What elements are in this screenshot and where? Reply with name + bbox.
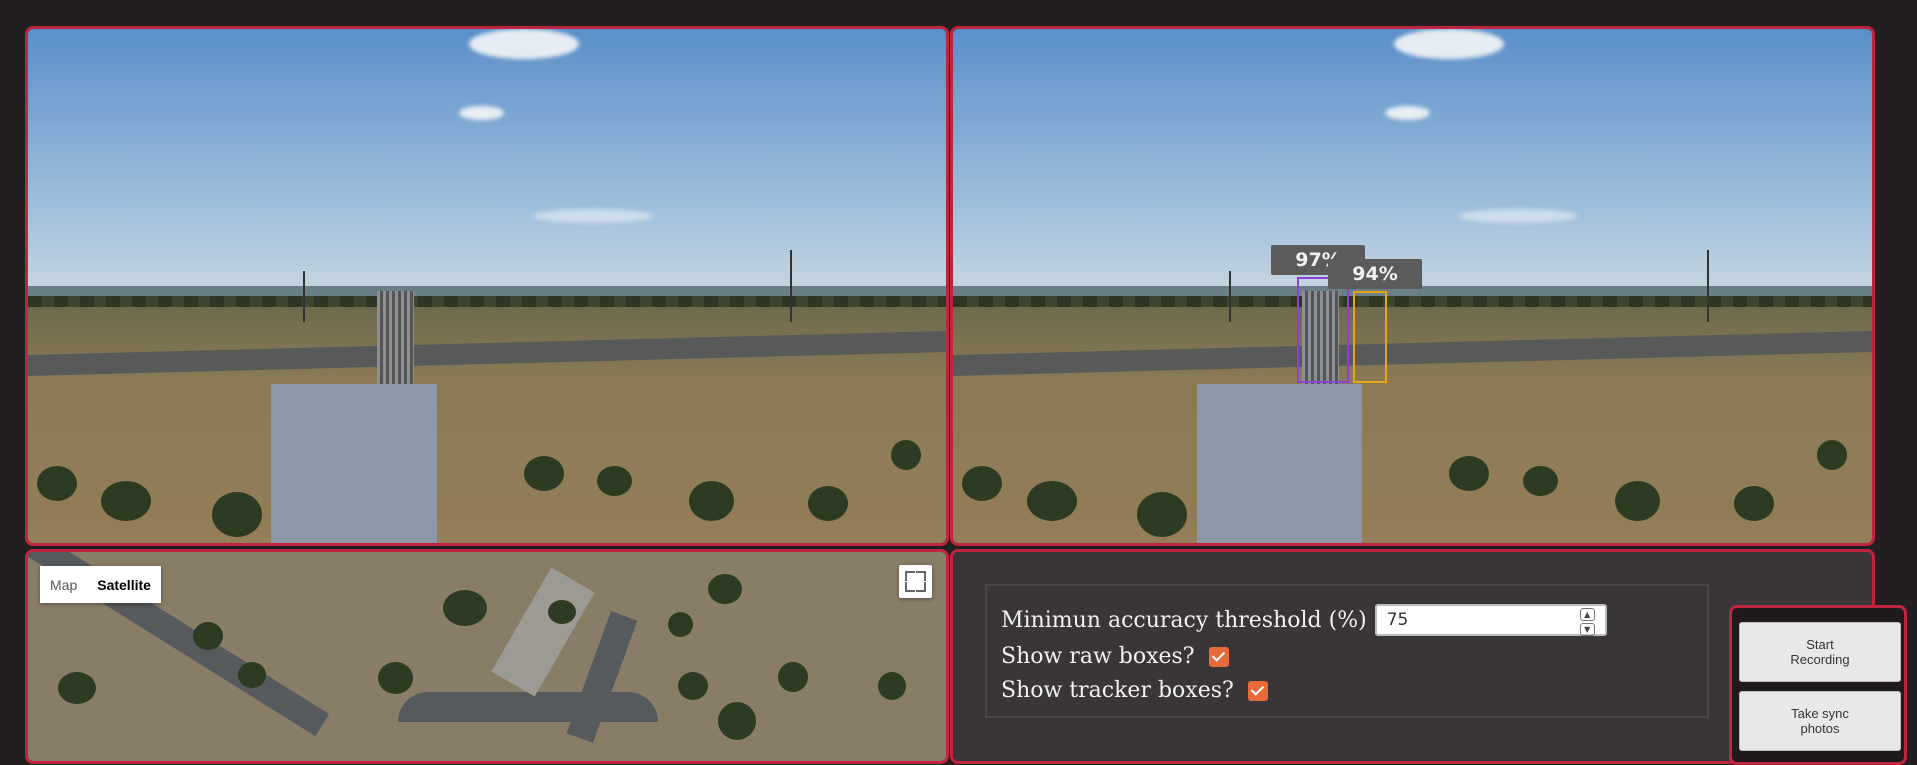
fullscreen-icon[interactable] xyxy=(899,565,932,598)
raw-boxes-label: Show raw boxes? xyxy=(1001,644,1195,669)
threshold-input[interactable]: 75 ▲ ▼ xyxy=(1374,604,1607,636)
tracker-boxes-label: Show tracker boxes? xyxy=(1001,678,1234,703)
start-recording-button[interactable]: Start Recording xyxy=(1739,622,1901,682)
map-type-toggle[interactable]: Map Satellite xyxy=(40,566,161,603)
right-camera-feed: 97% 94% xyxy=(950,26,1875,546)
detection-box xyxy=(1353,291,1387,383)
threshold-value: 75 xyxy=(1386,610,1409,630)
camera-image xyxy=(28,29,946,543)
threshold-row: Minimun accuracy threshold (%) 75 ▲ ▼ xyxy=(1001,604,1607,636)
decrement-icon[interactable]: ▼ xyxy=(1579,623,1595,636)
tracker-boxes-checkbox[interactable] xyxy=(1247,680,1268,701)
raw-boxes-checkbox[interactable] xyxy=(1208,646,1229,667)
map-type-satellite-button[interactable]: Satellite xyxy=(87,566,161,603)
map-type-map-button[interactable]: Map xyxy=(40,566,88,603)
recording-panel: Start Recording Take sync photos xyxy=(1729,605,1907,765)
threshold-stepper[interactable]: ▲ ▼ xyxy=(1579,608,1595,636)
raw-boxes-row: Show raw boxes? xyxy=(1001,644,1229,669)
take-sync-photos-button[interactable]: Take sync photos xyxy=(1739,691,1901,751)
detection-box xyxy=(1297,277,1349,383)
left-camera-feed xyxy=(25,26,949,546)
satellite-map[interactable] xyxy=(28,552,946,761)
tracker-boxes-row: Show tracker boxes? xyxy=(1001,678,1268,703)
increment-icon[interactable]: ▲ xyxy=(1579,608,1595,621)
settings-form: Minimun accuracy threshold (%) 75 ▲ ▼ Sh… xyxy=(985,584,1709,718)
map-panel[interactable]: Map Satellite xyxy=(25,549,949,764)
detection-label: 94% xyxy=(1328,259,1422,289)
threshold-label: Minimun accuracy threshold (%) xyxy=(1001,607,1367,633)
